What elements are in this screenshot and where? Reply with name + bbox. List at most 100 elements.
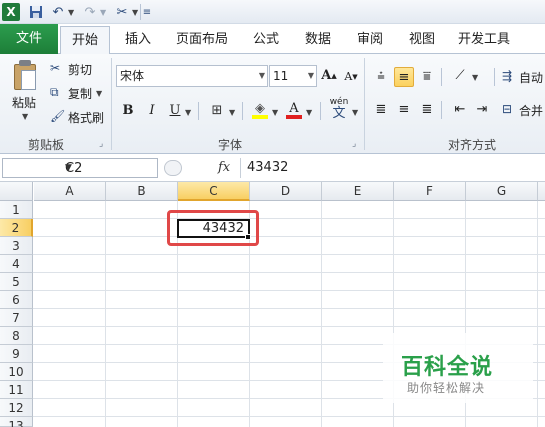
redo-dropdown-icon[interactable]: ▼ [100, 8, 106, 17]
tab-data[interactable]: 数据 [296, 26, 340, 54]
watermark-subtitle: 助你轻松解决 [407, 381, 486, 395]
tab-page-layout[interactable]: 页面布局 [170, 26, 234, 54]
formula-input[interactable]: 43432 [240, 158, 545, 178]
cut-icon[interactable]: ✂ [50, 61, 60, 75]
row-header[interactable]: 7 [0, 309, 33, 327]
row-header[interactable]: 4 [0, 255, 33, 273]
tab-insert[interactable]: 插入 [116, 26, 160, 54]
tab-formulas[interactable]: 公式 [244, 26, 288, 54]
gridline [33, 416, 545, 417]
column-header-e[interactable]: E [322, 182, 394, 201]
copy-icon[interactable]: ⧉ [50, 85, 59, 100]
gridline [33, 254, 545, 255]
copy-button[interactable]: 复制 [68, 85, 92, 102]
font-size-combo[interactable]: 11 ▼ [269, 65, 317, 87]
tab-file[interactable]: 文件 [0, 24, 58, 54]
orientation-icon[interactable]: ⟋ [450, 66, 470, 86]
decrease-indent-icon[interactable]: ⇤ [450, 100, 470, 120]
row-header[interactable]: 10 [0, 363, 33, 381]
clipboard-launcher-icon[interactable]: ⌟ [99, 139, 103, 149]
font-name-dropdown-icon[interactable]: ▼ [259, 66, 265, 86]
copy-dropdown-icon[interactable]: ▼ [96, 89, 102, 98]
clipboard-clip [19, 60, 31, 66]
row-header[interactable]: 6 [0, 291, 33, 309]
row-header[interactable]: 13 [0, 417, 33, 427]
align-left-icon[interactable]: ≣ [371, 100, 391, 120]
column-header-d[interactable]: D [250, 182, 322, 201]
shrink-font-button[interactable]: A▼ [341, 67, 361, 87]
font-color-label: A [289, 101, 299, 116]
column-header-a[interactable]: A [34, 182, 106, 201]
row-header[interactable]: 3 [0, 237, 33, 255]
insert-function-icon[interactable]: fx [218, 160, 230, 175]
format-painter-button[interactable]: 格式刷 [68, 109, 104, 126]
paste-label[interactable]: 粘贴 [12, 94, 36, 111]
column-header-g[interactable]: G [466, 182, 538, 201]
format-painter-icon[interactable]: 🖌 [50, 109, 65, 123]
row-header[interactable]: 11 [0, 381, 33, 399]
column-header-c[interactable]: C [178, 182, 250, 201]
increase-indent-icon[interactable]: ⇥ [472, 100, 492, 120]
ribbon-tabs: 文件 开始 插入 页面布局 公式 数据 审阅 视图 开发工具 [0, 24, 545, 55]
cut-button[interactable]: 剪切 [68, 61, 92, 78]
merge-center-icon[interactable]: ⊟ [502, 102, 512, 116]
grow-font-button[interactable]: A▲ [319, 66, 339, 86]
undo-dropdown-icon[interactable]: ▼ [68, 8, 74, 17]
select-all-corner[interactable] [0, 182, 33, 201]
name-box-dropdown-icon[interactable]: ▼ [65, 163, 153, 173]
underline-dropdown-icon[interactable]: ▼ [185, 108, 191, 117]
wrap-text-icon[interactable]: ⇶ [502, 69, 512, 83]
column-header-b[interactable]: B [106, 182, 178, 201]
border-dropdown-icon[interactable]: ▼ [229, 108, 235, 117]
underline-button[interactable]: U [165, 101, 185, 121]
tab-review[interactable]: 审阅 [348, 26, 392, 54]
row-header[interactable]: 5 [0, 273, 33, 291]
font-color-button[interactable]: A [284, 99, 304, 119]
align-right-icon[interactable]: ≣ [417, 100, 437, 120]
font-size-dropdown-icon[interactable]: ▼ [308, 66, 314, 86]
font-name-combo[interactable]: 宋体 ▼ [116, 65, 268, 87]
align-center-icon[interactable]: ≡ [394, 100, 414, 120]
tools-icon[interactable]: ✂ [112, 3, 132, 21]
column-header-h[interactable] [538, 182, 545, 201]
name-box[interactable]: C2 ▼ [2, 158, 158, 178]
excel-app-icon[interactable]: X [2, 3, 20, 21]
tools-dropdown-icon[interactable]: ▼ [132, 8, 138, 17]
merge-center-button[interactable]: 合并 [519, 102, 543, 119]
undo-icon[interactable]: ↶ [50, 3, 66, 21]
tab-home[interactable]: 开始 [60, 26, 110, 55]
italic-button[interactable]: I [142, 101, 162, 121]
gridline [33, 308, 545, 309]
align-middle-icon[interactable]: ≡ [394, 67, 414, 87]
column-header-f[interactable]: F [394, 182, 466, 201]
font-color-dropdown-icon[interactable]: ▼ [306, 108, 312, 117]
paste-dropdown-icon[interactable]: ▼ [22, 112, 28, 121]
formula-bar-expand-handle[interactable] [164, 160, 182, 176]
border-icon[interactable]: ⊞ [207, 101, 227, 121]
row-header[interactable]: 9 [0, 345, 33, 363]
font-launcher-icon[interactable]: ⌟ [352, 139, 356, 149]
orientation-dropdown-icon[interactable]: ▼ [472, 73, 478, 82]
font-separator [320, 102, 321, 120]
tab-developer[interactable]: 开发工具 [452, 26, 516, 54]
fill-color-dropdown-icon[interactable]: ▼ [272, 108, 278, 117]
align-top-icon[interactable]: ⩮ [371, 67, 391, 87]
save-icon[interactable] [28, 3, 44, 21]
phonetic-button[interactable]: wén 文 [327, 96, 351, 120]
row-header[interactable]: 8 [0, 327, 33, 345]
worksheet-grid[interactable]: A B C D E F G 1 2 3 4 5 6 7 8 9 10 11 12… [0, 182, 545, 427]
alignment-separator [441, 68, 442, 86]
row-header[interactable]: 1 [0, 201, 33, 219]
row-header[interactable]: 2 [0, 219, 33, 237]
phonetic-dropdown-icon[interactable]: ▼ [352, 108, 358, 117]
tab-view[interactable]: 视图 [400, 26, 444, 54]
paste-button[interactable] [10, 58, 40, 92]
fill-color-icon[interactable]: ◈ [250, 99, 270, 119]
bold-button[interactable]: B [118, 101, 138, 121]
customize-toolbar-icon[interactable]: ≡ [142, 3, 152, 21]
row-header[interactable]: 12 [0, 399, 33, 417]
align-bottom-icon[interactable]: ⩸ [417, 67, 437, 87]
redo-icon[interactable]: ↷ [82, 3, 98, 21]
group-separator [364, 58, 365, 150]
wrap-text-button[interactable]: 自动 [519, 69, 543, 86]
